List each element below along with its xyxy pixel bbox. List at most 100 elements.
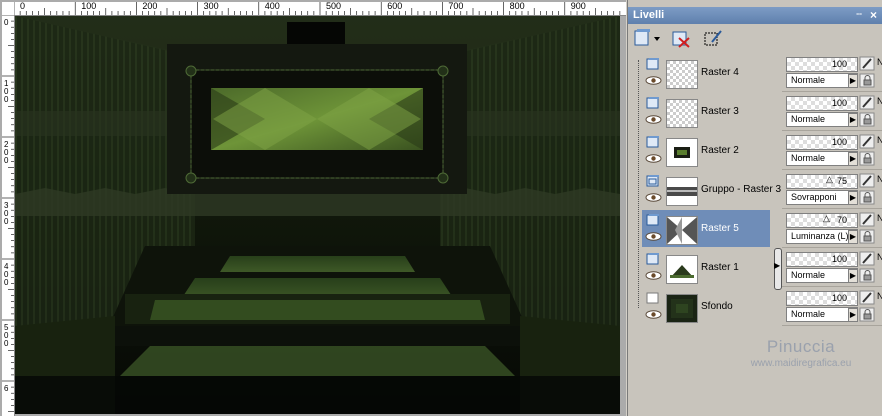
opacity-slider[interactable]: 100 [786,135,858,150]
eye-icon[interactable] [645,154,662,163]
layers-panel-title: Livelli [633,9,665,21]
blend-mode-value: Normale [791,75,826,85]
new-layer-icon [634,29,660,46]
layer-type-icon[interactable] [646,214,660,226]
slider-thumb-icon[interactable]: △ [826,174,833,185]
opacity-slider[interactable]: 100 [786,57,858,72]
layer-type-icon[interactable] [646,292,660,304]
lock-icon[interactable] [859,73,875,88]
layer-thumbnail[interactable] [666,99,698,128]
lock-icon[interactable] [859,268,875,283]
delete-layer-button[interactable] [670,28,692,48]
truncated-column-icon: N [877,174,882,184]
lock-icon[interactable] [859,307,875,322]
lock-icon[interactable] [859,229,875,244]
layer-row[interactable]: Raster 2 [642,132,770,169]
layer-thumbnail[interactable] [666,294,698,323]
vertical-ruler: 01 0 02 0 03 0 04 0 05 0 06 [2,15,15,416]
layers-toolbar [628,25,882,52]
layer-properties-row: 100 Normale ▶ N [782,54,882,92]
eye-icon[interactable] [645,193,662,202]
layers-tree: Raster 4 Raster 3 Raster 2 Gruppo - Raster … [632,54,781,323]
layer-type-icon[interactable] [646,97,660,109]
layer-thumbnail[interactable] [666,177,698,206]
opacity-value: 100 [831,293,847,303]
chevron-right-icon[interactable]: ▶ [774,261,780,270]
layer-name[interactable]: Sfondo [701,301,733,312]
dropdown-arrow-icon[interactable]: ▶ [848,269,858,283]
dropdown-arrow-icon[interactable]: ▶ [848,113,858,127]
lock-icon[interactable] [859,190,875,205]
layer-properties-row: 100 Normale ▶ N [782,132,882,170]
pencil-icon[interactable] [859,212,875,227]
blend-mode-value: Normale [791,114,826,124]
ruler-top-ticks [14,2,621,15]
layer-row[interactable]: Gruppo - Raster 3 [642,171,781,208]
eye-icon[interactable] [645,271,662,280]
truncated-column-icon: N [877,96,882,106]
layer-properties-row: △ 75 Sovrapponi ▶ N [782,171,882,209]
selection-brush-icon [704,30,722,46]
pencil-icon[interactable] [859,173,875,188]
opacity-slider[interactable]: 100 [786,96,858,111]
eye-icon[interactable] [645,232,662,241]
blend-mode-value: Normale [791,153,826,163]
tree-connector-line [638,60,640,308]
pencil-icon[interactable] [859,290,875,305]
layer-name[interactable]: Raster 3 [701,106,739,117]
edit-selection-button[interactable] [702,28,724,48]
layer-row[interactable]: Raster 1 [642,249,770,286]
eye-icon[interactable] [645,115,662,124]
new-layer-button[interactable] [632,28,660,48]
pencil-icon[interactable] [859,134,875,149]
panel-splitter[interactable]: ▶ [773,54,782,319]
pin-icon[interactable]: ⵧ [856,9,866,21]
layer-name[interactable]: Raster 1 [701,262,739,273]
layer-row[interactable]: Raster 4 [642,54,770,91]
opacity-slider[interactable]: 100 [786,252,858,267]
layer-properties-column: 100 Normale ▶ N 100 Normale ▶ N 100 Normale ▶ N △ 75 S… [782,54,882,326]
layer-row[interactable]: Raster 5 [642,210,770,247]
ruler-left-ticks [2,15,14,412]
lock-icon[interactable] [859,151,875,166]
layer-thumbnail[interactable] [666,60,698,89]
watermark: Pinuccia www.maidiregrafica.eu [721,337,881,369]
eye-icon[interactable] [645,76,662,85]
eye-icon[interactable] [645,310,662,319]
lock-icon[interactable] [859,112,875,127]
dropdown-arrow-icon[interactable]: ▶ [848,308,858,322]
watermark-site: www.maidiregrafica.eu [750,358,852,369]
dropdown-arrow-icon[interactable]: ▶ [848,74,858,88]
layers-panel-titlebar[interactable]: Livelli ⵧ × [628,7,882,24]
layer-thumbnail[interactable] [666,138,698,167]
opacity-value: 100 [831,254,847,264]
opacity-slider[interactable]: 100 [786,291,858,306]
layer-type-icon[interactable] [646,136,660,148]
layer-type-icon[interactable] [646,253,660,265]
layer-name[interactable]: Raster 5 [701,223,739,234]
dropdown-arrow-icon[interactable]: ▶ [848,230,858,244]
slider-thumb-icon[interactable]: △ [823,213,830,224]
layer-name[interactable]: Raster 4 [701,67,739,78]
truncated-column-icon: N [877,252,882,262]
canvas-artwork [15,16,620,414]
pencil-icon[interactable] [859,251,875,266]
dropdown-arrow-icon[interactable]: ▶ [848,191,858,205]
close-icon[interactable]: × [870,8,882,22]
watermark-name: Pinuccia [766,337,836,356]
layer-type-icon[interactable] [646,58,660,70]
opacity-slider[interactable]: △ 75 [786,174,858,189]
layer-name[interactable]: Gruppo - Raster 3 [701,184,781,195]
pencil-icon[interactable] [859,56,875,71]
layer-name[interactable]: Raster 2 [701,145,739,156]
image-canvas[interactable] [15,16,620,414]
dropdown-arrow-icon[interactable]: ▶ [848,152,858,166]
pencil-icon[interactable] [859,95,875,110]
layer-row[interactable]: Sfondo [642,288,770,325]
layer-type-icon[interactable] [646,175,660,187]
layers-panel-body: Raster 4 Raster 3 Raster 2 Gruppo - Raster … [632,54,882,416]
layer-thumbnail[interactable] [666,255,698,284]
layer-row[interactable]: Raster 3 [642,93,770,130]
layer-thumbnail[interactable] [666,216,698,245]
opacity-slider[interactable]: △ 70 [786,213,858,228]
